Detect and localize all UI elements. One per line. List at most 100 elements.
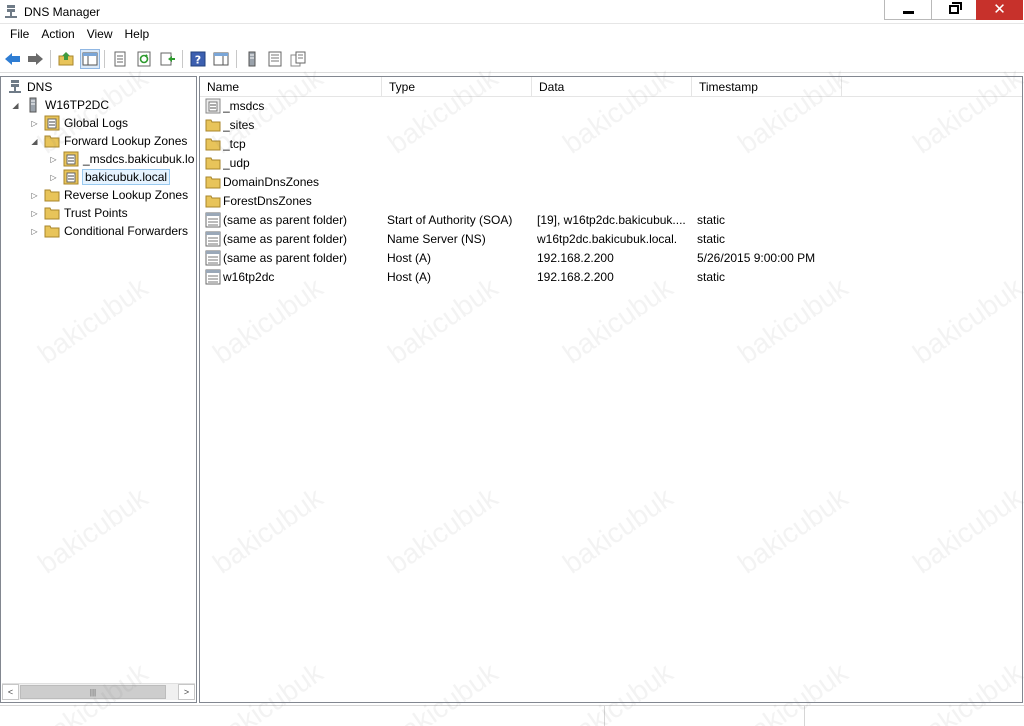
dns-manager-icon xyxy=(5,5,17,18)
table-row[interactable]: DomainDnsZones xyxy=(200,173,1022,192)
back-button[interactable] xyxy=(3,49,23,69)
expanded-arrow-icon[interactable]: ◢ xyxy=(11,101,20,110)
export-list-button[interactable] xyxy=(158,49,178,69)
folder-icon xyxy=(205,119,221,132)
window-title: DNS Manager xyxy=(24,5,101,19)
tree-item-bakicubuk-local[interactable]: ▷ bakicubuk.local xyxy=(1,168,196,186)
collapsed-arrow-icon[interactable]: ▷ xyxy=(49,155,58,164)
cell-name: (same as parent folder) xyxy=(223,213,348,227)
record-icon xyxy=(205,231,221,247)
tree-item-server[interactable]: ◢ W16TP2DC xyxy=(1,96,196,114)
column-data[interactable]: Data xyxy=(532,77,692,97)
record-button[interactable] xyxy=(288,49,308,69)
table-row[interactable]: _tcp xyxy=(200,135,1022,154)
help-button[interactable]: ? xyxy=(188,49,208,69)
cell-data: [19], w16tp2dc.bakicubuk.... xyxy=(537,213,686,227)
folder-icon xyxy=(205,138,221,151)
toolbar-separator xyxy=(50,50,51,68)
server-button[interactable] xyxy=(242,49,262,69)
zone-list-button[interactable] xyxy=(265,49,285,69)
column-timestamp[interactable]: Timestamp xyxy=(692,77,842,97)
close-button[interactable]: ✕ xyxy=(976,0,1023,20)
show-hide-console-tree-icon xyxy=(82,52,98,66)
expanded-arrow-icon[interactable]: ◢ xyxy=(30,137,39,146)
tree-item-trust-points[interactable]: ▷ Trust Points xyxy=(1,204,196,222)
record-icon xyxy=(205,250,221,266)
export-list-icon xyxy=(160,52,175,66)
tree-label: Reverse Lookup Zones xyxy=(64,188,189,202)
tree-label: Forward Lookup Zones xyxy=(64,134,188,148)
collapsed-arrow-icon[interactable]: ▷ xyxy=(30,119,39,128)
menu-file[interactable]: File xyxy=(4,25,35,43)
scroll-right-button[interactable]: > xyxy=(178,684,195,700)
maximize-button[interactable] xyxy=(931,0,977,20)
list-header: Name Type Data Timestamp xyxy=(200,77,1022,97)
collapsed-arrow-icon[interactable]: ▷ xyxy=(30,209,39,218)
tree-label: _msdcs.bakicubuk.lo xyxy=(83,152,195,166)
collapsed-arrow-icon[interactable]: ▷ xyxy=(30,191,39,200)
status-bar xyxy=(0,705,1024,726)
column-name[interactable]: Name xyxy=(200,77,382,97)
refresh-icon xyxy=(137,51,151,67)
table-row[interactable]: w16tp2dc Host (A) 192.168.2.200 static xyxy=(200,268,1022,287)
record-icon xyxy=(290,51,306,67)
tree-item-conditional-forwarders[interactable]: ▷ Conditional Forwarders xyxy=(1,222,196,240)
cell-name: DomainDnsZones xyxy=(223,175,320,189)
scroll-thumb[interactable]: ||| xyxy=(20,685,166,699)
tree-item-msdcs-zone[interactable]: ▷ _msdcs.bakicubuk.lo xyxy=(1,150,196,168)
log-icon xyxy=(44,115,60,131)
tree-horizontal-scrollbar[interactable]: < ||| > xyxy=(2,683,195,700)
folder-icon xyxy=(205,157,221,170)
toolbar: ? xyxy=(0,45,1024,73)
help-icon: ? xyxy=(190,51,206,67)
collapsed-arrow-icon[interactable]: ▷ xyxy=(49,173,58,182)
table-row[interactable]: (same as parent folder) Host (A) 192.168.2… xyxy=(200,249,1022,268)
table-row[interactable]: (same as parent folder) Name Server (NS) w… xyxy=(200,230,1022,249)
forward-button[interactable] xyxy=(25,49,45,69)
tree-item-dns[interactable]: DNS xyxy=(1,78,196,96)
close-icon: ✕ xyxy=(993,1,1006,18)
tree-label: Global Logs xyxy=(64,116,129,130)
records-list[interactable]: Name Type Data Timestamp _msdcs _sites _tc… xyxy=(199,76,1023,703)
tree-item-global-logs[interactable]: ▷ Global Logs xyxy=(1,114,196,132)
menu-view[interactable]: View xyxy=(81,25,119,43)
toolbar-separator xyxy=(182,50,183,68)
column-type[interactable]: Type xyxy=(382,77,532,97)
folder-icon xyxy=(44,189,60,202)
collapsed-arrow-icon[interactable]: ▷ xyxy=(30,227,39,236)
cell-type: Start of Authority (SOA) xyxy=(387,213,513,227)
table-row[interactable]: _msdcs xyxy=(200,97,1022,116)
cell-type: Host (A) xyxy=(387,270,432,284)
tree-item-forward-lookup-zones[interactable]: ◢ Forward Lookup Zones xyxy=(1,132,196,150)
menu-help[interactable]: Help xyxy=(119,25,156,43)
tree-label: Trust Points xyxy=(64,206,128,220)
tree-item-reverse-lookup-zones[interactable]: ▷ Reverse Lookup Zones xyxy=(1,186,196,204)
dns-icon xyxy=(9,80,21,93)
refresh-button[interactable] xyxy=(134,49,154,69)
table-row[interactable]: _sites xyxy=(200,116,1022,135)
cell-name: (same as parent folder) xyxy=(223,232,348,246)
tree-label: Conditional Forwarders xyxy=(64,224,189,238)
cell-data: w16tp2dc.bakicubuk.local. xyxy=(537,232,678,246)
cell-name: w16tp2dc xyxy=(223,270,275,284)
table-row[interactable]: _udp xyxy=(200,154,1022,173)
zone-list-icon xyxy=(268,51,282,67)
back-icon xyxy=(5,53,20,65)
console-tree[interactable]: DNS ◢ W16TP2DC ▷ Global Logs ◢ Forward L… xyxy=(0,76,197,703)
status-segment xyxy=(604,706,804,726)
cell-timestamp: static xyxy=(697,270,726,284)
minimize-button[interactable] xyxy=(884,0,932,20)
table-row[interactable]: (same as parent folder) Start of Authorit… xyxy=(200,211,1022,230)
cell-data: 192.168.2.200 xyxy=(537,251,614,265)
properties-button[interactable] xyxy=(110,49,130,69)
grip-icon: ||| xyxy=(89,687,97,697)
menu-bar: File Action View Help xyxy=(0,24,1024,44)
show-hide-console-tree-button[interactable] xyxy=(80,49,100,69)
table-row[interactable]: ForestDnsZones xyxy=(200,192,1022,211)
restore-icon xyxy=(949,2,962,14)
up-folder-button[interactable] xyxy=(56,49,76,69)
svg-text:?: ? xyxy=(195,54,201,67)
menu-action[interactable]: Action xyxy=(35,25,80,43)
scroll-left-button[interactable]: < xyxy=(2,684,19,700)
action-pane-button[interactable] xyxy=(211,49,231,69)
